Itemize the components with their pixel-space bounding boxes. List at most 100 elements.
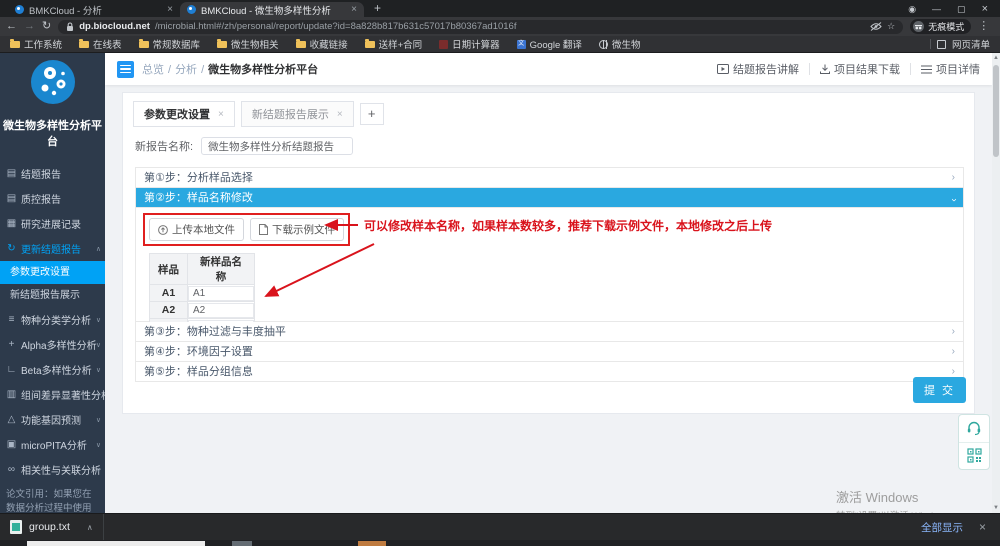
- sidebar-item-beta-diversity[interactable]: ∟Beta多样性分析∨: [0, 357, 105, 382]
- address-bar[interactable]: dp.biocloud.net /microbial.html#/zh/pers…: [58, 20, 903, 34]
- customer-service-button[interactable]: [959, 415, 989, 442]
- bookmark-microbe[interactable]: 微生物: [599, 37, 641, 51]
- report-name-input[interactable]: [201, 137, 353, 155]
- sidebar-item-alpha-diversity[interactable]: +Alpha多样性分析∨: [0, 332, 105, 357]
- tab-label: 参数更改设置: [144, 106, 210, 122]
- sample-cell: A1: [150, 285, 188, 302]
- upload-local-file-button[interactable]: 上传本地文件: [149, 218, 244, 241]
- folder-icon: [217, 41, 227, 48]
- action-label: 项目结果下载: [834, 61, 900, 77]
- report-video-button[interactable]: 结题报告讲解: [717, 61, 799, 77]
- tab-parameter-settings[interactable]: 参数更改设置 ×: [133, 101, 235, 127]
- reload-button[interactable]: ↻: [42, 21, 51, 32]
- browser-tab-2[interactable]: BMKCloud - 微生物多样性分析 ×: [180, 2, 364, 17]
- headset-icon: [966, 421, 982, 436]
- new-sample-name-input[interactable]: [188, 286, 254, 301]
- browser-toolbar: ← → ↻ dp.biocloud.net /microbial.html#/z…: [0, 17, 1000, 36]
- project-details-button[interactable]: 项目详情: [921, 61, 980, 77]
- folder-icon: [365, 41, 375, 48]
- sidebar-item-update-report[interactable]: ↻更新结题报告∧: [0, 236, 105, 261]
- upload-icon: [158, 225, 168, 235]
- step-3-header[interactable]: 第③步：物种过滤与丰度抽平 ›: [136, 322, 963, 342]
- project-download-button[interactable]: 项目结果下载: [820, 61, 900, 77]
- step-4-header[interactable]: 第④步：环境因子设置 ›: [136, 342, 963, 362]
- close-download-bar-icon[interactable]: ×: [979, 520, 986, 534]
- bookmarks-bar: 工作系统 在线表 常规数据库 微生物相关 收藏链接 送样+合同 日期计算器 文G…: [0, 36, 1000, 53]
- sidebar-item-final-report[interactable]: ▤结题报告: [0, 161, 105, 186]
- square-icon: ▣: [6, 439, 17, 450]
- action-label: 结题报告讲解: [733, 61, 799, 77]
- hamburger-menu-icon[interactable]: [117, 61, 134, 78]
- sidebar-item-gene-prediction[interactable]: △功能基因预测∨: [0, 407, 105, 432]
- tab-new-report-view[interactable]: 新结题报告展示 ×: [241, 101, 354, 127]
- tab-close-icon[interactable]: ×: [218, 109, 224, 120]
- bookmark-folder[interactable]: 微生物相关: [217, 37, 279, 51]
- flask-icon: △: [6, 414, 17, 425]
- step-5-header[interactable]: 第⑤步：样品分组信息 ›: [136, 362, 963, 382]
- background-window-segment: [358, 541, 386, 546]
- bookmark-folder[interactable]: 在线表: [79, 37, 122, 51]
- sidebar-item-taxonomy[interactable]: ≡物种分类学分析∨: [0, 307, 105, 332]
- bookmark-date-calculator[interactable]: 日期计算器: [439, 37, 500, 51]
- scroll-down-arrow[interactable]: ▼: [992, 505, 1000, 511]
- tab-close-icon[interactable]: ×: [337, 109, 343, 120]
- bookmark-folder[interactable]: 收藏链接: [296, 37, 348, 51]
- tab-close-icon[interactable]: ×: [351, 4, 357, 15]
- new-sample-name-input[interactable]: [188, 303, 254, 318]
- bookmark-folder[interactable]: 常规数据库: [139, 37, 201, 51]
- back-button[interactable]: ←: [6, 21, 17, 32]
- browser-menu-icon[interactable]: ⋮: [978, 21, 989, 32]
- browser-tab-1[interactable]: BMKCloud - 分析 ×: [8, 2, 180, 17]
- button-label: 上传本地文件: [172, 222, 235, 237]
- breadcrumb-analysis[interactable]: 分析: [175, 64, 197, 76]
- caret-down-icon: ∨: [96, 366, 101, 374]
- bookmark-label: 工作系统: [24, 37, 62, 51]
- close-window-button[interactable]: ×: [982, 3, 988, 15]
- eye-blocked-icon[interactable]: [870, 22, 882, 31]
- bookmark-folder[interactable]: 送样+合同: [365, 37, 423, 51]
- tab-close-icon[interactable]: ×: [167, 4, 173, 15]
- report-name-label: 新报告名称:: [135, 138, 193, 154]
- qr-code-button[interactable]: [959, 442, 989, 470]
- incognito-badge[interactable]: 无痕模式: [910, 19, 971, 34]
- download-item-group-txt[interactable]: group.txt ∧: [0, 514, 103, 540]
- new-tab-button[interactable]: +: [374, 1, 381, 17]
- settings-card: 参数更改设置 × 新结题报告展示 × + 新报告名称: 第①步：分析样品选择 ›: [122, 92, 975, 414]
- bookmark-google-translate[interactable]: 文Google 翻译: [517, 37, 582, 51]
- minimize-button[interactable]: —: [932, 4, 941, 14]
- record-icon[interactable]: ◉: [908, 4, 916, 15]
- step-1-header[interactable]: 第①步：分析样品选择 ›: [136, 168, 963, 188]
- sidebar-item-qc-report[interactable]: ▤质控报告: [0, 186, 105, 211]
- add-tab-button[interactable]: +: [360, 103, 384, 125]
- sidebar-subitem-parameter-settings[interactable]: 参数更改设置: [0, 261, 105, 284]
- scroll-up-arrow[interactable]: ▲: [992, 55, 1000, 61]
- breadcrumb-overview[interactable]: 总览: [142, 64, 164, 76]
- caret-up-icon: ∧: [96, 245, 101, 253]
- maximize-button[interactable]: ▢: [957, 4, 966, 15]
- download-caret-icon[interactable]: ∧: [87, 523, 93, 532]
- download-file-name: group.txt: [29, 521, 70, 533]
- sidebar-item-micropita[interactable]: ▣microPITA分析∨: [0, 432, 105, 457]
- breadcrumb-separator: /: [168, 64, 171, 76]
- globe-icon: [599, 40, 608, 49]
- sidebar-item-progress-log[interactable]: ▦研究进展记录: [0, 211, 105, 236]
- forward-button[interactable]: →: [24, 21, 35, 32]
- step-label: 第④步：环境因子设置: [144, 346, 253, 358]
- step-2-header[interactable]: 第②步：样品名称修改 ›: [136, 188, 963, 208]
- reading-list-label[interactable]: 网页清单: [952, 37, 990, 51]
- divider: [910, 63, 911, 75]
- show-all-downloads-button[interactable]: 全部显示: [921, 520, 963, 535]
- sidebar-item-group-difference[interactable]: ▥组间差异显著性分析∨: [0, 382, 105, 407]
- bookmark-folder[interactable]: 工作系统: [10, 37, 62, 51]
- sidebar-subitem-new-report-view[interactable]: 新结题报告展示: [0, 284, 105, 307]
- bookmark-star-icon[interactable]: ☆: [887, 21, 895, 32]
- scrollbar-thumb[interactable]: [993, 65, 999, 157]
- sample-cell: A2: [150, 302, 188, 319]
- caret-down-icon: ∨: [96, 391, 101, 399]
- chevron-down-icon: ›: [943, 198, 963, 201]
- download-example-file-button[interactable]: 下载示例文件: [250, 218, 344, 241]
- chevron-right-icon: ›: [952, 168, 955, 188]
- submit-button[interactable]: 提 交: [913, 377, 966, 403]
- sidebar-item-correlation[interactable]: ∞相关性与关联分析∨: [0, 457, 105, 482]
- vertical-scrollbar[interactable]: ▲ ▼: [992, 53, 1000, 513]
